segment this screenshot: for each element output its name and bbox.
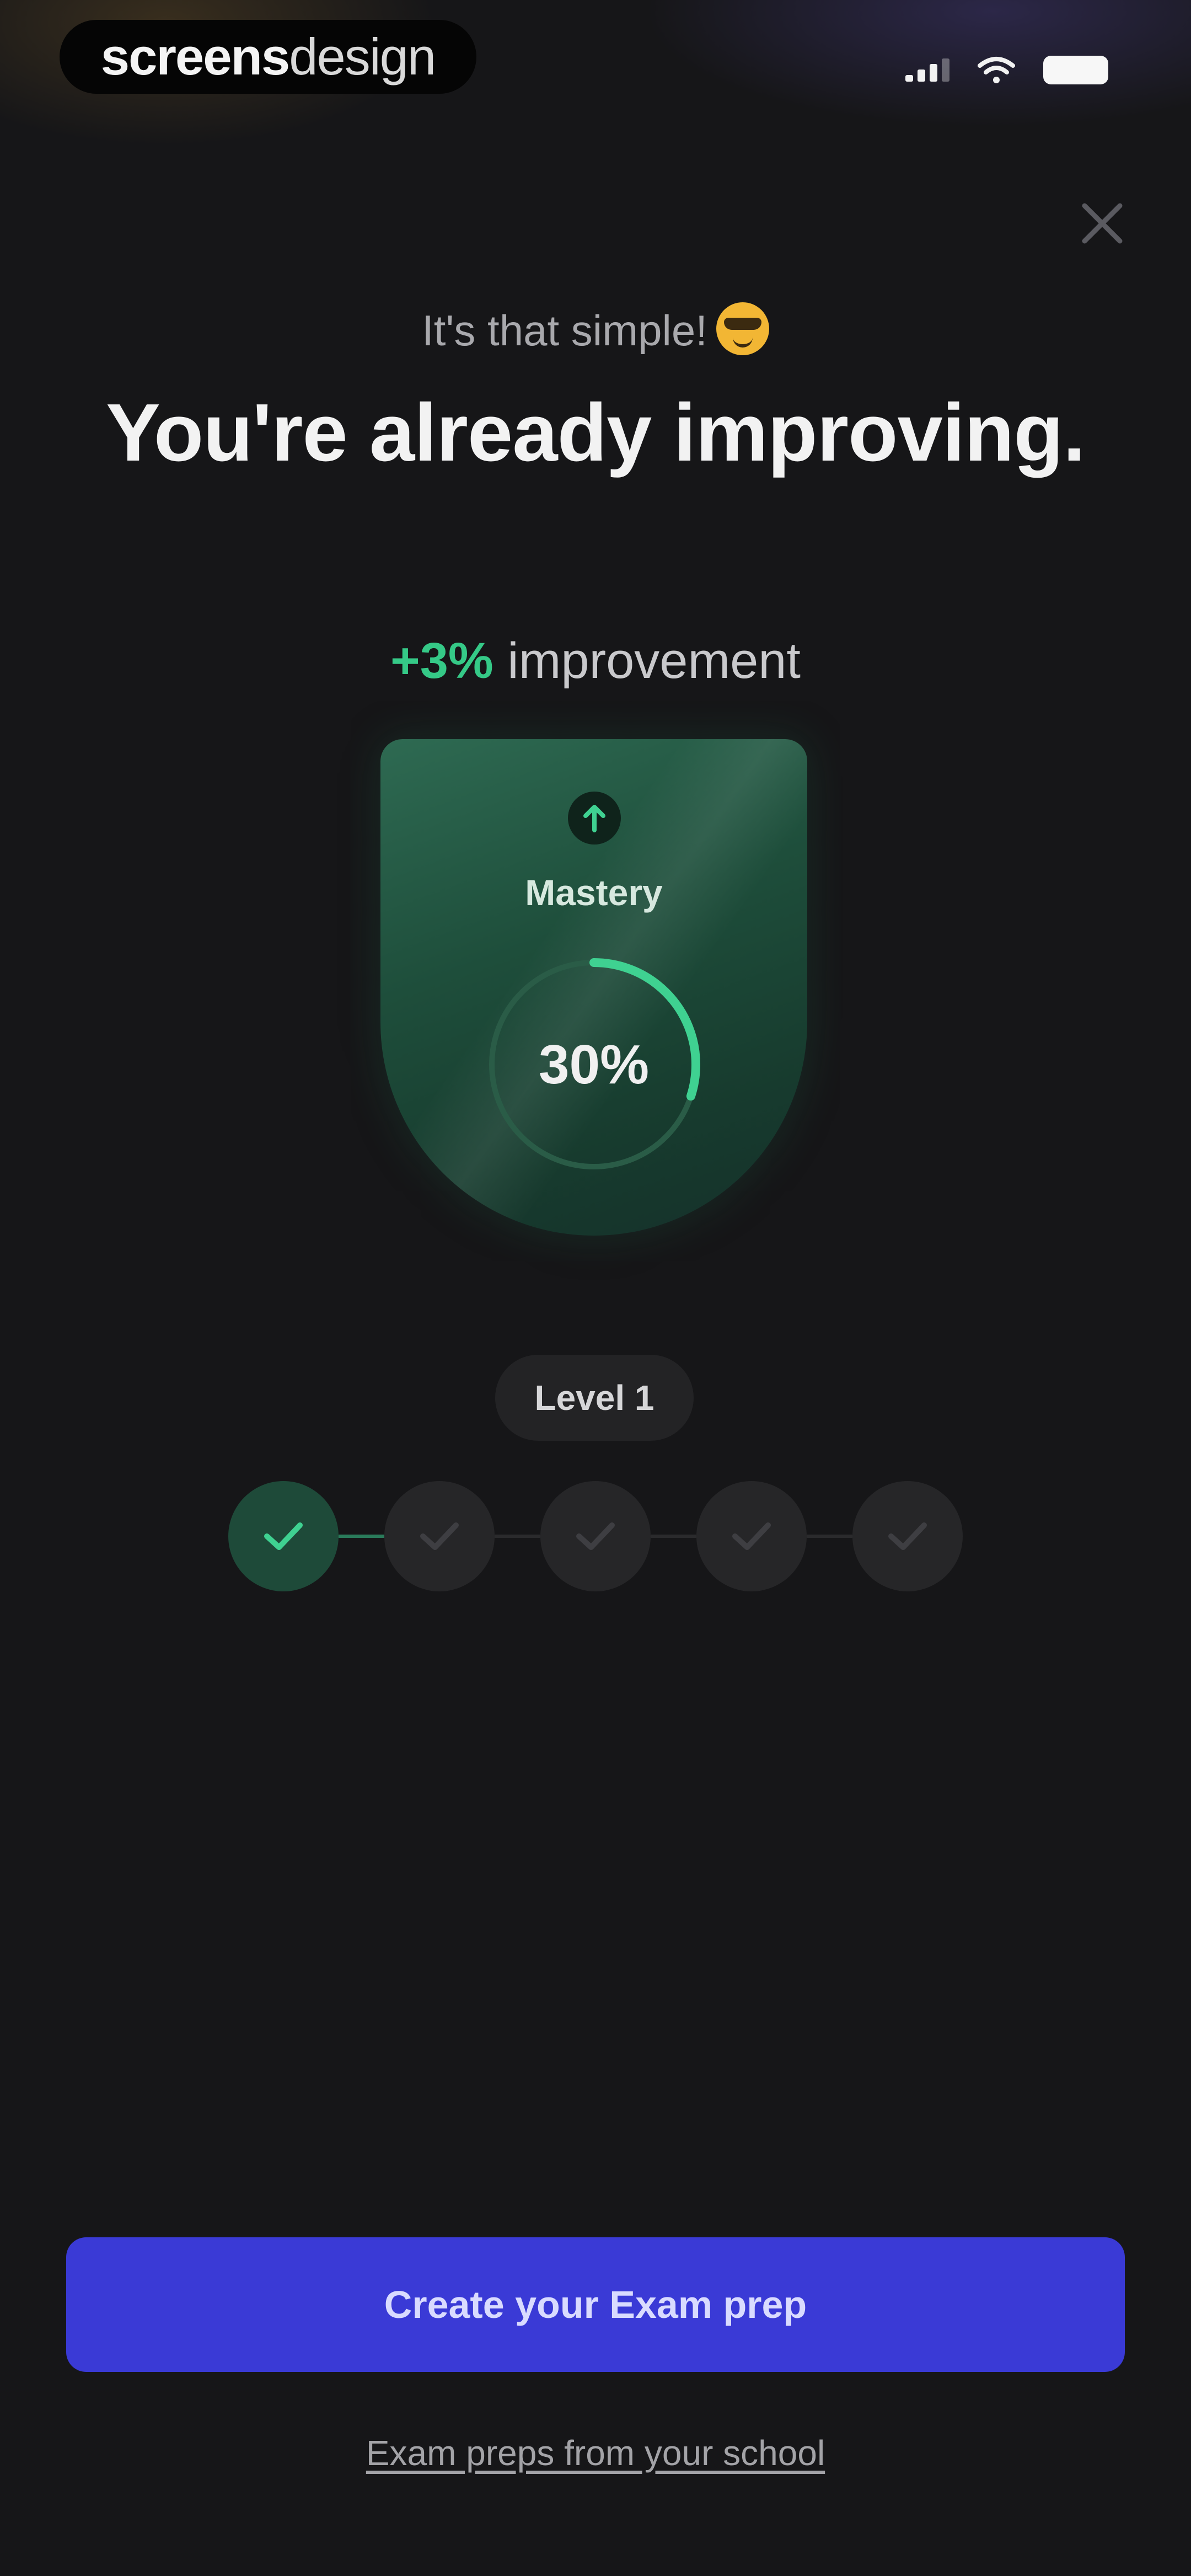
subtitle-text: It's that simple! xyxy=(422,306,707,355)
brand-light-text: design xyxy=(289,28,436,85)
step-connector xyxy=(495,1535,540,1538)
step-pending xyxy=(696,1481,807,1591)
step-connector xyxy=(339,1535,384,1538)
check-icon xyxy=(576,1522,615,1550)
sunglasses-face-icon xyxy=(716,302,769,355)
step-pending xyxy=(540,1481,651,1591)
close-icon xyxy=(1082,203,1123,244)
check-icon xyxy=(732,1522,771,1550)
improvement-text: +3% improvement xyxy=(0,632,1191,690)
level-badge: Level 1 xyxy=(495,1355,694,1441)
screen: screens design It's that simple! You're a… xyxy=(0,0,1191,2576)
page-title: You're already improving. xyxy=(106,387,1086,478)
step-pending xyxy=(384,1481,495,1591)
battery-icon xyxy=(1043,56,1108,84)
subtitle: It's that simple! xyxy=(0,302,1191,356)
step-connector xyxy=(651,1535,696,1538)
step-pending xyxy=(852,1481,963,1591)
step-completed xyxy=(228,1481,339,1591)
improvement-delta: +3% xyxy=(390,633,493,689)
brand-logo: screens design xyxy=(60,20,476,94)
wifi-icon xyxy=(978,57,1015,83)
improvement-label: improvement xyxy=(507,633,801,689)
signal-icon xyxy=(905,58,949,82)
school-exam-preps-link[interactable]: Exam preps from your school xyxy=(0,2433,1191,2473)
mastery-value: 30% xyxy=(538,1033,650,1095)
check-icon xyxy=(264,1522,303,1550)
check-icon xyxy=(420,1522,459,1550)
arrow-up-icon xyxy=(568,792,621,845)
mastery-card: Mastery 30% xyxy=(380,739,807,1236)
close-button[interactable] xyxy=(1072,193,1133,254)
check-icon xyxy=(888,1522,927,1550)
status-icons xyxy=(905,51,1108,89)
create-exam-prep-button[interactable]: Create your Exam prep xyxy=(66,2237,1125,2372)
brand-bold-text: screens xyxy=(100,28,290,85)
level-steps xyxy=(228,1481,963,1591)
step-connector xyxy=(807,1535,852,1538)
mastery-label: Mastery xyxy=(525,872,663,913)
